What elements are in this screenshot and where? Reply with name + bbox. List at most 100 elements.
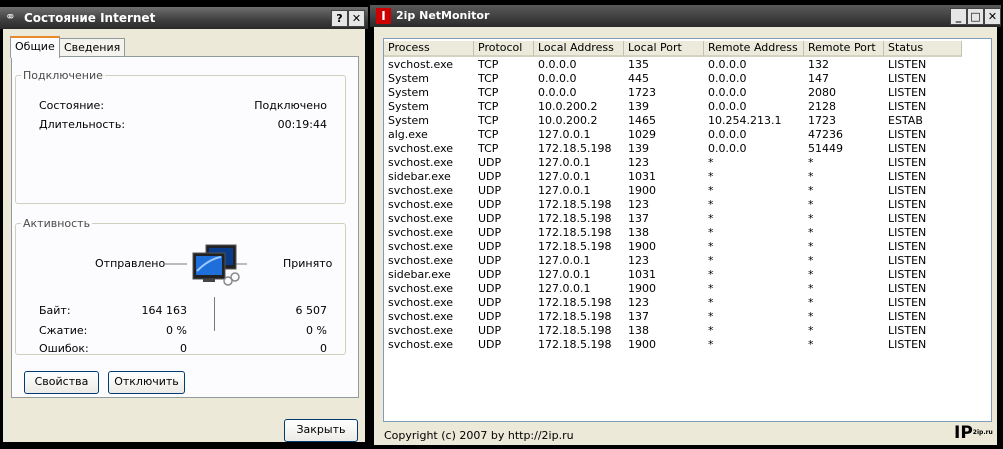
cell-protocol: UDP [478,212,502,225]
minimize-icon[interactable]: _ [950,8,967,25]
table-row[interactable]: System TCP 0.0.0.0 1723 0.0.0.0 2080 LISTEN [384,86,984,100]
cell-status: LISTEN [888,100,927,113]
tab-details[interactable]: Сведения [59,38,126,57]
cell-local-address: 172.18.5.198 [538,324,612,337]
cell-local-address: 10.0.200.2 [538,100,598,113]
cell-status: LISTEN [888,170,927,183]
properties-button[interactable]: Свойства [24,371,99,394]
cell-process: svchost.exe [388,254,454,267]
cell-status: ESTAB [888,114,923,127]
status-label: Состояние: [39,99,105,112]
disconnect-button[interactable]: Отключить [108,371,185,394]
cell-remote-port: 147 [808,72,829,85]
cell-process: svchost.exe [388,282,454,295]
cell-local-port: 123 [628,156,649,169]
table-row[interactable]: System TCP 0.0.0.0 445 0.0.0.0 147 LISTEN [384,72,984,86]
table-row[interactable]: svchost.exe UDP 127.0.0.1 1900 * * LISTEN [384,184,984,198]
right-title-bar[interactable]: I 2ip NetMonitor _ □ ✕ [370,5,1001,27]
column-header-remote-port[interactable]: Remote Port [804,41,884,57]
cell-remote-address: * [708,198,714,211]
logo-sup: 2ip.ru [972,429,993,436]
cell-status: LISTEN [888,254,927,267]
cell-process: alg.exe [388,128,428,141]
cell-protocol: UDP [478,338,502,351]
table-row[interactable]: svchost.exe UDP 172.18.5.198 1900 * * LISTEN [384,338,984,352]
cell-remote-port: 132 [808,58,829,71]
close-button[interactable]: Закрыть [284,419,358,442]
table-row[interactable]: svchost.exe UDP 127.0.0.1 123 * * LISTEN [384,156,984,170]
cell-process: System [388,114,430,127]
cell-local-address: 127.0.0.1 [538,184,591,197]
cell-remote-port: * [808,282,814,295]
cell-remote-port: 47236 [808,128,843,141]
cell-remote-port: * [808,296,814,309]
close-window-icon[interactable]: ✕ [984,8,1001,25]
table-row[interactable]: svchost.exe TCP 172.18.5.198 139 0.0.0.0 5144… [384,142,984,156]
right-window-body: Process Protocol Local Address Local Port Re… [374,27,997,445]
compression-received: 0 % [306,324,327,337]
table-row[interactable]: svchost.exe UDP 172.18.5.198 1900 * * LISTEN [384,240,984,254]
copyright-text: Copyright (c) 2007 by http://2ip.ru [384,429,574,442]
cell-local-address: 0.0.0.0 [538,58,577,71]
cell-remote-port: * [808,156,814,169]
cell-local-address: 127.0.0.1 [538,128,591,141]
cell-local-port: 135 [628,58,649,71]
table-row[interactable]: svchost.exe TCP 0.0.0.0 135 0.0.0.0 132 LISTEN [384,58,984,72]
cell-process: svchost.exe [388,212,454,225]
duration-label: Длительность: [39,118,126,131]
table-row[interactable]: svchost.exe UDP 172.18.5.198 123 * * LISTEN [384,296,984,310]
cell-local-address: 127.0.0.1 [538,254,591,267]
left-title-bar[interactable]: ⚭ Состояние Internet ? ✕ [0,7,368,29]
table-row[interactable]: sidebar.exe UDP 127.0.0.1 1031 * * LISTEN [384,170,984,184]
network-activity-icon [163,244,247,286]
cell-local-address: 0.0.0.0 [538,86,577,99]
table-row[interactable]: svchost.exe UDP 172.18.5.198 138 * * LISTEN [384,226,984,240]
column-header-local-port[interactable]: Local Port [624,41,704,57]
maximize-icon[interactable]: □ [967,8,984,25]
cell-remote-port: 2080 [808,86,836,99]
cell-process: svchost.exe [388,58,454,71]
cell-process: sidebar.exe [388,268,451,281]
table-row[interactable]: sidebar.exe UDP 127.0.0.1 1031 * * LISTEN [384,268,984,282]
cell-process: svchost.exe [388,240,454,253]
cell-process: svchost.exe [388,198,454,211]
close-icon[interactable]: ✕ [348,10,365,27]
table-row[interactable]: svchost.exe UDP 172.18.5.198 123 * * LISTEN [384,198,984,212]
cell-protocol: TCP [478,142,499,155]
column-header-remote-address[interactable]: Remote Address [704,41,804,57]
cell-remote-address: 0.0.0.0 [708,100,747,113]
logo-text: IP [954,423,973,443]
cell-protocol: TCP [478,58,499,71]
table-row[interactable]: alg.exe TCP 127.0.0.1 1029 0.0.0.0 47236 LISTE… [384,128,984,142]
table-row[interactable]: svchost.exe UDP 127.0.0.1 123 * * LISTEN [384,254,984,268]
column-header-process[interactable]: Process [384,41,474,57]
table-row[interactable]: svchost.exe UDP 127.0.0.1 1900 * * LISTEN [384,282,984,296]
cell-local-port: 137 [628,212,649,225]
table-row[interactable]: System TCP 10.0.200.2 139 0.0.0.0 2128 LISTEN [384,100,984,114]
bytes-sent: 164 163 [141,304,188,317]
connections-list[interactable]: Process Protocol Local Address Local Port Re… [383,38,992,422]
tab-general[interactable]: Общие [10,36,60,58]
cell-protocol: UDP [478,324,502,337]
cell-remote-address: * [708,338,714,351]
cell-remote-port: * [808,212,814,225]
table-row[interactable]: svchost.exe UDP 172.18.5.198 138 * * LISTEN [384,324,984,338]
cell-remote-address: * [708,324,714,337]
cell-status: LISTEN [888,58,927,71]
column-header-local-address[interactable]: Local Address [534,41,624,57]
cell-status: LISTEN [888,184,927,197]
table-row[interactable]: svchost.exe UDP 172.18.5.198 137 * * LISTEN [384,212,984,226]
cell-status: LISTEN [888,240,927,253]
cell-remote-address: * [708,226,714,239]
cell-local-port: 1900 [628,184,656,197]
cell-local-port: 1465 [628,114,656,127]
cell-protocol: TCP [478,72,499,85]
table-row[interactable]: svchost.exe UDP 172.18.5.198 137 * * LISTEN [384,310,984,324]
table-row[interactable]: System TCP 10.0.200.2 1465 10.254.213.1 1723 E… [384,114,984,128]
cell-local-port: 445 [628,72,649,85]
column-header-protocol[interactable]: Protocol [474,41,534,57]
column-header-status[interactable]: Status [884,41,962,57]
cell-remote-address: * [708,254,714,267]
cell-local-port: 139 [628,100,649,113]
help-button[interactable]: ? [331,10,348,27]
